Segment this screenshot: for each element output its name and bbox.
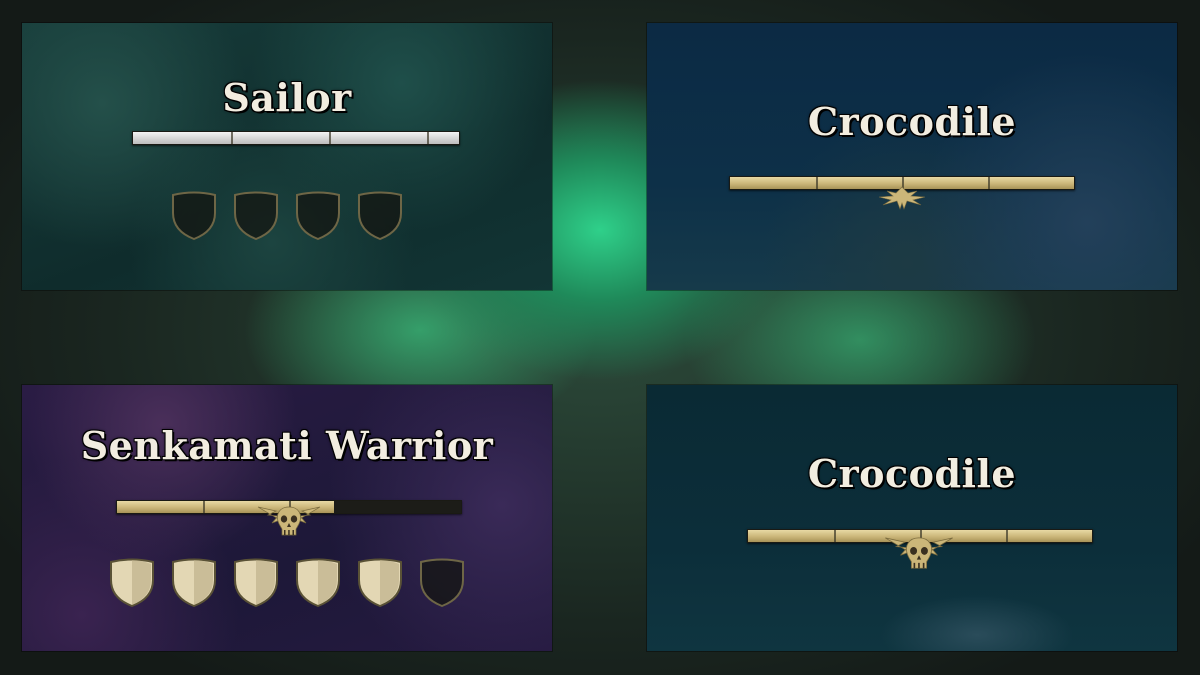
- skull-crest-icon: [257, 506, 321, 536]
- small-wing-crest-icon: [878, 186, 926, 210]
- armor-shield-filled-icon: [358, 558, 402, 608]
- armor-shield-empty-icon: [358, 191, 402, 241]
- armor-shield-filled-icon: [234, 558, 278, 608]
- enemy-card-crocodile-2: Crocodile: [647, 385, 1177, 651]
- armor-shields: [22, 189, 552, 241]
- armor-shield-filled-icon: [110, 558, 154, 608]
- armor-shield-empty-icon: [296, 191, 340, 241]
- enemy-card-senkamati-warrior: Senkamati Warrior: [22, 385, 552, 651]
- enemy-name: Crocodile: [807, 451, 1017, 496]
- armor-shield-empty-icon: [234, 191, 278, 241]
- health-bar-fill: [133, 132, 459, 144]
- enemy-name: Senkamati Warrior: [80, 423, 494, 468]
- armor-shield-filled-icon: [296, 558, 340, 608]
- skull-crest-icon: [885, 537, 953, 569]
- enemy-name: Sailor: [222, 75, 352, 120]
- health-bar: [132, 131, 460, 145]
- enemy-name: Crocodile: [807, 99, 1017, 144]
- armor-shields: [22, 556, 552, 608]
- enemy-card-sailor: Sailor: [22, 23, 552, 290]
- armor-shield-empty-icon: [420, 558, 464, 608]
- armor-shield-empty-icon: [172, 191, 216, 241]
- enemy-card-crocodile-1: Crocodile: [647, 23, 1177, 290]
- armor-shield-filled-icon: [172, 558, 216, 608]
